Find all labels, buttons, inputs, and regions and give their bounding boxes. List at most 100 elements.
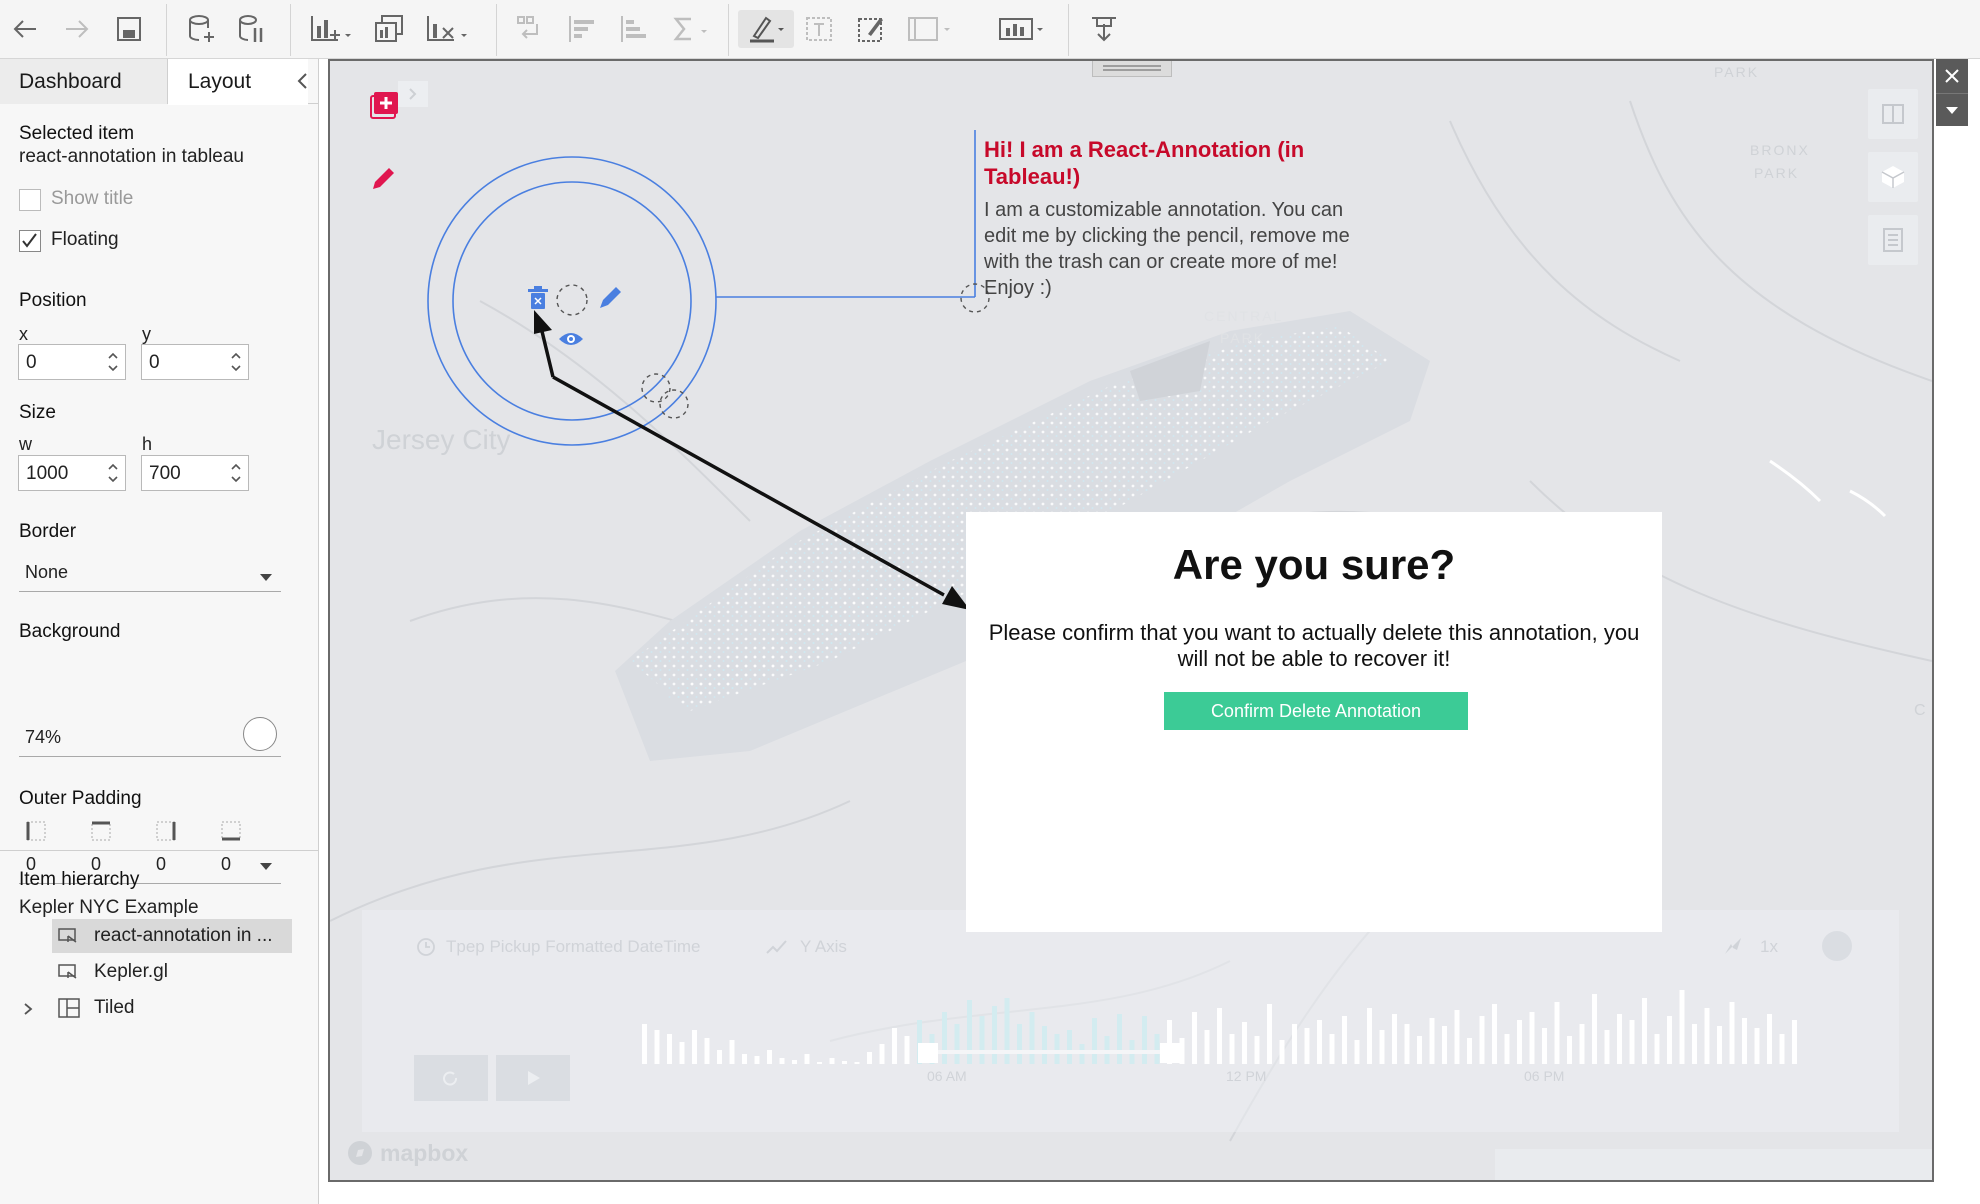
- padding-bottom-value: 0: [221, 854, 232, 874]
- edit-pencil-icon[interactable]: [370, 165, 398, 193]
- show-title-label: Show title: [51, 188, 134, 209]
- expand-panel-button[interactable]: [398, 81, 428, 107]
- drag-handle[interactable]: [1092, 61, 1172, 77]
- add-annotation-icon[interactable]: [370, 91, 398, 119]
- annotation-body[interactable]: I am a customizable annotation. You can …: [984, 197, 1379, 301]
- split-map-button[interactable]: [1868, 89, 1918, 139]
- swap-icon[interactable]: [512, 10, 548, 48]
- timeline-field-label[interactable]: Tpep Pickup Formatted DateTime: [446, 937, 700, 957]
- modal-message: Please confirm that you want to actually…: [988, 620, 1640, 671]
- histogram-bar: [954, 1024, 960, 1064]
- histogram-bar: [1217, 1008, 1222, 1064]
- legend-button[interactable]: [1868, 215, 1918, 265]
- more-options-caret-icon[interactable]: [1936, 93, 1968, 126]
- histogram-bar: [1654, 1034, 1660, 1064]
- eye-icon[interactable]: [559, 333, 583, 345]
- mapbox-icon: [348, 1141, 372, 1165]
- show-title-checkbox[interactable]: [19, 189, 41, 211]
- histogram-bar: [1229, 1034, 1235, 1064]
- histogram-bar: [1754, 1028, 1760, 1064]
- histogram-bar: [1329, 1034, 1335, 1064]
- confirm-delete-button[interactable]: Confirm Delete Annotation: [1164, 692, 1468, 730]
- pause-updates-icon[interactable]: [234, 10, 268, 48]
- sidebar-tabs: Dashboard Layout: [0, 59, 319, 105]
- histogram-bar: [1567, 1036, 1572, 1064]
- close-playback-button[interactable]: [1822, 931, 1852, 961]
- histogram-bar: [1704, 1008, 1710, 1064]
- new-data-source-icon[interactable]: [184, 10, 218, 48]
- radius-handle[interactable]: [641, 373, 671, 403]
- stepper-arrows-icon[interactable]: [228, 349, 244, 375]
- padding-right-value: 0: [156, 854, 167, 874]
- play-button[interactable]: [496, 1055, 570, 1101]
- histogram-bar: [1004, 998, 1010, 1064]
- fit-icon[interactable]: [902, 10, 958, 48]
- height-stepper[interactable]: 700: [141, 455, 249, 491]
- hierarchy-item-keplergl[interactable]: Kepler.gl: [52, 955, 292, 989]
- radius-handle-outer[interactable]: [659, 389, 689, 419]
- sort-descending-icon[interactable]: [616, 10, 652, 48]
- hierarchy-item-react-annotation[interactable]: react-annotation in ...: [52, 919, 292, 953]
- histogram-bar: [1604, 1030, 1610, 1064]
- border-select[interactable]: None: [19, 560, 281, 592]
- close-icon[interactable]: [1936, 59, 1968, 93]
- mapbox-logo[interactable]: mapbox: [346, 1139, 468, 1167]
- stepper-arrows-icon[interactable]: [105, 349, 121, 375]
- new-worksheet-icon[interactable]: [308, 10, 354, 48]
- outer-padding-heading: Outer Padding: [19, 788, 142, 809]
- subject-handle[interactable]: [556, 284, 588, 316]
- floating-checkbox[interactable]: [19, 230, 41, 252]
- tab-layout[interactable]: Layout: [168, 59, 308, 105]
- y-axis-label[interactable]: Y Axis: [800, 937, 847, 957]
- histogram-bar: [1679, 990, 1685, 1064]
- background-field[interactable]: 74%: [19, 715, 281, 757]
- histogram-bar: [1767, 1014, 1772, 1064]
- reset-icon: [443, 1071, 457, 1086]
- annotation-outer-circle[interactable]: [427, 156, 717, 446]
- annotation-title[interactable]: Hi! I am a React-Annotation (in Tableau!…: [984, 136, 1364, 190]
- dropdown-caret-icon[interactable]: [259, 861, 273, 871]
- forward-arrow-icon[interactable]: [60, 10, 94, 48]
- drag-handle-icon: [1103, 65, 1161, 71]
- width-stepper[interactable]: 1000: [18, 455, 126, 491]
- annotation-inner-circle[interactable]: [452, 181, 692, 421]
- download-icon[interactable]: [1086, 10, 1122, 48]
- histogram-bar: [1667, 1016, 1672, 1064]
- histogram-bar: [1579, 1024, 1585, 1064]
- hierarchy-item-tiled[interactable]: Tiled: [18, 991, 292, 1025]
- stepper-arrows-icon[interactable]: [105, 460, 121, 486]
- show-me-icon[interactable]: [996, 10, 1048, 48]
- border-value: None: [25, 562, 69, 582]
- collapse-chevron-icon[interactable]: [295, 72, 309, 90]
- highlight-icon[interactable]: [738, 10, 794, 48]
- reset-button[interactable]: [414, 1055, 488, 1101]
- expand-chevron-icon[interactable]: [22, 1002, 34, 1016]
- rocket-icon[interactable]: [1722, 935, 1744, 957]
- tab-dashboard[interactable]: Dashboard: [0, 59, 168, 104]
- stepper-arrows-icon[interactable]: [228, 460, 244, 486]
- map-label-park: PARK: [1714, 64, 1759, 80]
- histogram-bar: [1379, 1030, 1385, 1064]
- duplicate-sheet-icon[interactable]: [372, 10, 406, 48]
- sort-ascending-icon[interactable]: [564, 10, 600, 48]
- histogram-bar: [1592, 994, 1597, 1064]
- x-stepper[interactable]: 0: [18, 344, 126, 380]
- histogram-bar: [1092, 1018, 1097, 1064]
- range-start-handle[interactable]: [918, 1043, 938, 1063]
- histogram-bar: [1517, 1020, 1522, 1064]
- y-stepper[interactable]: 0: [141, 344, 249, 380]
- format-workbook-icon[interactable]: [854, 10, 888, 48]
- speed-label[interactable]: 1x: [1760, 937, 1778, 957]
- 3d-map-button[interactable]: [1868, 152, 1918, 202]
- totals-icon[interactable]: [668, 10, 714, 48]
- labels-icon[interactable]: [802, 10, 836, 48]
- background-color-swatch[interactable]: [243, 717, 277, 751]
- save-icon[interactable]: [112, 10, 146, 48]
- trash-icon[interactable]: [528, 286, 548, 309]
- histogram-bar: [1742, 1018, 1747, 1064]
- back-arrow-icon[interactable]: [8, 10, 42, 48]
- floating-object-icon: [58, 928, 77, 943]
- pencil-icon[interactable]: [600, 287, 621, 308]
- clear-sheet-icon[interactable]: [424, 10, 470, 48]
- range-end-handle[interactable]: [1160, 1043, 1180, 1063]
